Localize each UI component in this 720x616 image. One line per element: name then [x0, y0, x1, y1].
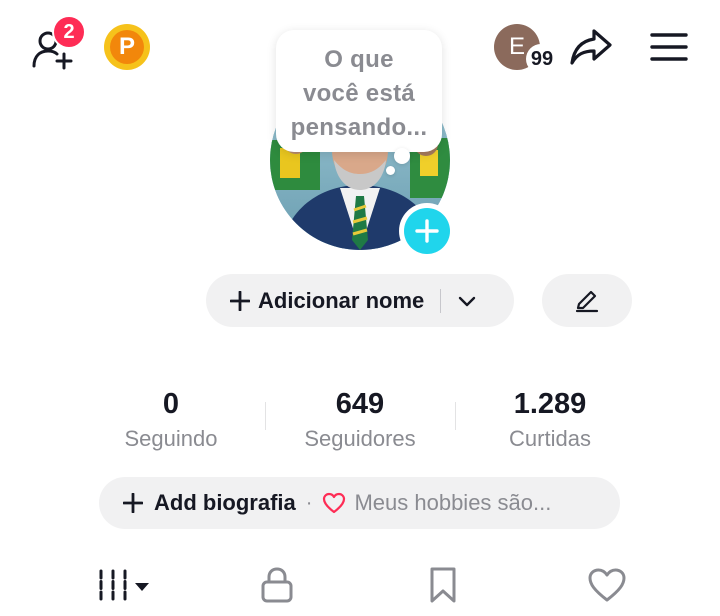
menu-button[interactable]	[644, 24, 694, 70]
stat-divider	[455, 402, 456, 430]
add-bio-label: Add biografia	[154, 490, 296, 515]
separator-dot: ·	[305, 491, 313, 514]
edit-profile-button[interactable]	[542, 274, 632, 327]
thought-bubble[interactable]: O que você está pensando...	[276, 30, 442, 152]
tab-saved[interactable]	[420, 562, 466, 608]
divider	[440, 288, 442, 313]
tab-videos[interactable]	[84, 562, 158, 608]
pencil-icon	[575, 290, 599, 312]
heart-icon	[323, 492, 346, 514]
points-icon: P	[110, 30, 144, 64]
bubble-line-3: pensando...	[290, 114, 428, 141]
stat-divider	[265, 402, 266, 430]
bubble-tail-dot	[394, 148, 410, 164]
bookmark-icon	[430, 567, 456, 603]
add-name-label: Adicionar nome	[258, 287, 425, 313]
points-button[interactable]: P	[104, 24, 150, 70]
stat-value: 1.289	[513, 388, 587, 420]
stat-label: Seguidores	[304, 426, 416, 451]
stat-value: 0	[162, 388, 180, 420]
chevron-down-icon[interactable]	[457, 291, 477, 311]
plus-icon	[123, 493, 143, 513]
stat-value: 649	[335, 388, 385, 420]
stat-followers[interactable]: 649 Seguidores	[270, 386, 450, 454]
add-name-button[interactable]: Adicionar nome	[206, 274, 514, 327]
menu-icon	[650, 33, 688, 61]
bubble-tail-dot-small	[386, 166, 395, 175]
plus-icon	[230, 290, 250, 311]
heart-icon	[588, 568, 626, 602]
friend-requests-badge: 2	[52, 15, 86, 49]
add-bio-button[interactable]: Add biografia · Meus hobbies são...	[99, 477, 620, 529]
tab-private[interactable]	[254, 562, 300, 608]
bubble-line-2: você está	[302, 80, 416, 107]
stat-likes[interactable]: 1.289 Curtidas	[460, 386, 640, 454]
add-story-button[interactable]	[399, 203, 455, 259]
lock-icon	[261, 567, 293, 603]
videos-grid-icon	[99, 569, 149, 601]
plus-icon	[415, 219, 439, 243]
share-profile-button[interactable]	[566, 24, 616, 70]
stat-following[interactable]: 0 Seguindo	[81, 386, 261, 454]
account-count-badge: 99	[526, 44, 558, 74]
tab-liked[interactable]	[582, 562, 632, 608]
stat-label: Seguindo	[124, 426, 218, 451]
share-icon	[570, 29, 612, 65]
bubble-line-1: O que	[324, 46, 394, 73]
hobbies-prompt: Meus hobbies são...	[354, 490, 552, 515]
stat-label: Curtidas	[509, 426, 591, 451]
